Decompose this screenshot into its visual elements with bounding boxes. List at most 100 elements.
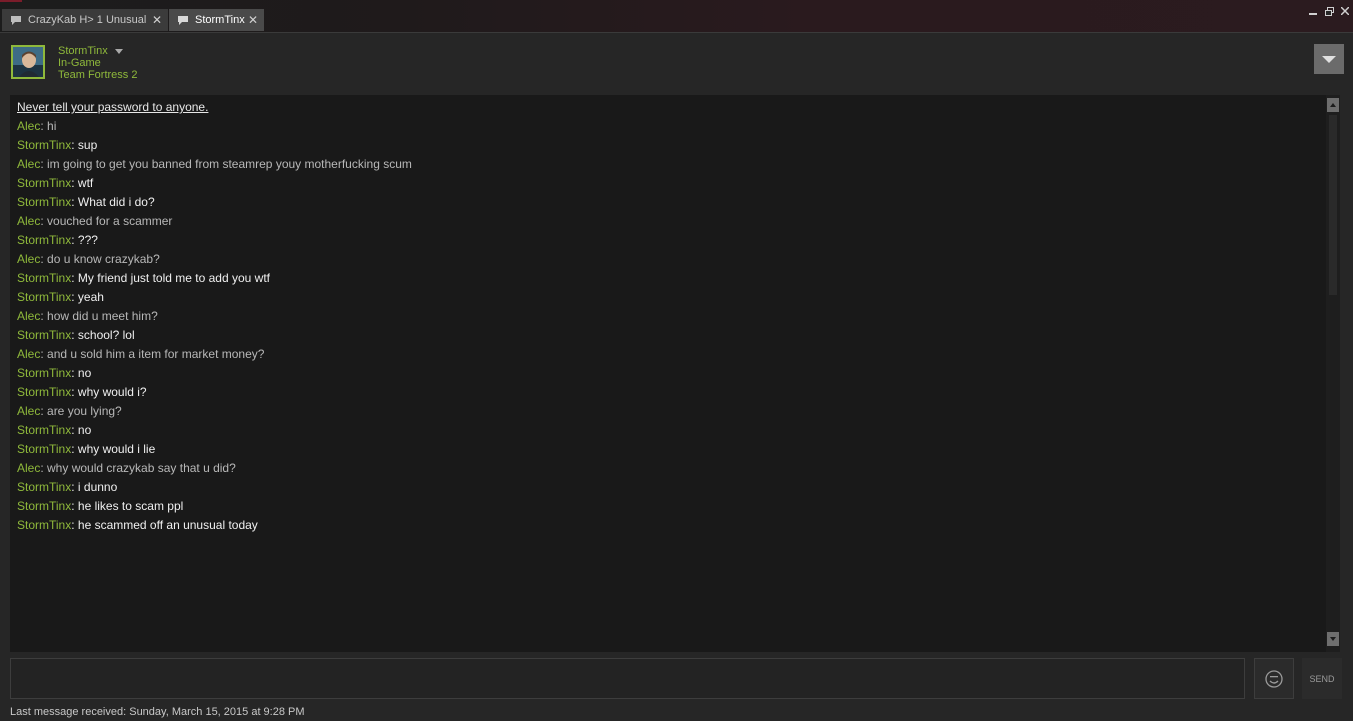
message-separator: : — [71, 499, 78, 513]
chevron-down-icon — [1322, 55, 1336, 63]
chat-bubble-icon — [8, 13, 24, 27]
chat-input[interactable] — [10, 658, 1245, 699]
chat-message: Alec: hi — [17, 119, 412, 138]
chat-message: StormTinx: why would i? — [17, 385, 412, 404]
message-sender[interactable]: StormTinx — [17, 366, 71, 380]
tab-label: CrazyKab H> 1 Unusual — [28, 14, 147, 26]
message-text: school? lol — [77, 328, 135, 342]
message-text: why would i? — [77, 385, 147, 399]
chat-message: StormTinx: he scammed off an unusual tod… — [17, 518, 412, 537]
message-sender[interactable]: Alec — [17, 461, 40, 475]
message-sender[interactable]: StormTinx — [17, 518, 71, 532]
tab-label: StormTinx — [195, 14, 245, 26]
message-text: why would i lie — [77, 442, 156, 456]
chat-message: StormTinx: What did i do? — [17, 195, 412, 214]
message-separator: : — [40, 157, 48, 171]
maximize-icon[interactable] — [1322, 5, 1336, 17]
message-text: no — [77, 423, 92, 437]
arrow-up-icon — [1330, 103, 1336, 107]
message-sender[interactable]: Alec — [17, 157, 40, 171]
message-sender[interactable]: StormTinx — [17, 423, 71, 437]
message-text: do u know crazykab? — [47, 252, 160, 266]
message-text: why would crazykab say that u did? — [47, 461, 236, 475]
tab-bar: CrazyKab H> 1 Unusual ✕ StormTinx ✕ — [0, 0, 1353, 33]
message-sender[interactable]: Alec — [17, 309, 40, 323]
message-text: he likes to scam ppl — [77, 499, 184, 513]
message-text: i dunno — [77, 480, 118, 494]
message-sender[interactable]: Alec — [17, 214, 40, 228]
chat-message: StormTinx: My friend just told me to add… — [17, 271, 412, 290]
message-text: how did u meet him? — [47, 309, 158, 323]
password-warning[interactable]: Never tell your password to anyone. — [17, 100, 208, 114]
message-sender[interactable]: Alec — [17, 404, 40, 418]
message-separator: : — [71, 518, 78, 532]
message-separator: : — [40, 347, 48, 361]
message-separator: : — [71, 442, 78, 456]
message-sender[interactable]: StormTinx — [17, 499, 71, 513]
message-text: hi — [47, 119, 57, 133]
chat-message: StormTinx: school? lol — [17, 328, 412, 347]
scroll-track[interactable] — [1329, 115, 1337, 295]
scroll-up-button[interactable] — [1327, 98, 1339, 112]
chat-message: StormTinx: he likes to scam ppl — [17, 499, 412, 518]
scroll-down-button[interactable] — [1327, 632, 1339, 646]
message-sender[interactable]: Alec — [17, 119, 40, 133]
message-separator: : — [71, 328, 78, 342]
chat-message: Alec: do u know crazykab? — [17, 252, 412, 271]
message-separator: : — [71, 233, 78, 247]
chat-message: StormTinx: no — [17, 366, 412, 385]
friend-game: Team Fortress 2 — [58, 69, 138, 81]
friend-status: In-Game — [58, 57, 101, 69]
send-button[interactable]: SEND — [1302, 658, 1342, 699]
chat-message: Alec: vouched for a scammer — [17, 214, 412, 233]
chat-scrollbar[interactable] — [1326, 95, 1340, 652]
message-text: ??? — [77, 233, 98, 247]
chat-log[interactable]: Never tell your password to anyone. Alec… — [10, 95, 1326, 652]
message-separator: : — [71, 423, 78, 437]
chat-message: StormTinx: yeah — [17, 290, 412, 309]
avatar[interactable] — [11, 45, 45, 79]
message-sender[interactable]: StormTinx — [17, 442, 71, 456]
message-separator: : — [71, 138, 78, 152]
message-sender[interactable]: StormTinx — [17, 290, 71, 304]
message-text: yeah — [77, 290, 104, 304]
message-separator: : — [40, 119, 48, 133]
close-tab-icon[interactable]: ✕ — [150, 13, 164, 27]
message-text: My friend just told me to add you wtf — [77, 271, 270, 285]
message-separator: : — [71, 480, 78, 494]
message-separator: : — [71, 176, 78, 190]
message-text: What did i do? — [77, 195, 155, 209]
tab-crazykab[interactable]: CrazyKab H> 1 Unusual ✕ — [2, 9, 168, 31]
friend-header: StormTinx In-Game Team Fortress 2 — [0, 33, 1353, 95]
chat-message: Alec: why would crazykab say that u did? — [17, 461, 412, 480]
chat-options-button[interactable] — [1314, 44, 1344, 74]
message-sender[interactable]: StormTinx — [17, 328, 71, 342]
message-sender[interactable]: Alec — [17, 347, 40, 361]
friend-name-dropdown[interactable]: StormTinx — [58, 45, 123, 57]
message-text: wtf — [77, 176, 94, 190]
message-sender[interactable]: StormTinx — [17, 138, 71, 152]
message-sender[interactable]: StormTinx — [17, 195, 71, 209]
chat-message: Alec: how did u meet him? — [17, 309, 412, 328]
message-sender[interactable]: StormTinx — [17, 480, 71, 494]
chat-message: Alec: and u sold him a item for market m… — [17, 347, 412, 366]
tab-stormtinx[interactable]: StormTinx ✕ — [169, 9, 264, 31]
chat-message: StormTinx: sup — [17, 138, 412, 157]
smiley-icon — [1265, 669, 1283, 688]
minimize-icon[interactable] — [1306, 5, 1320, 17]
message-sender[interactable]: StormTinx — [17, 176, 71, 190]
message-separator: : — [40, 309, 48, 323]
message-sender[interactable]: StormTinx — [17, 385, 71, 399]
close-tab-icon[interactable]: ✕ — [246, 13, 260, 27]
message-text: im going to get you banned from steamrep… — [47, 157, 412, 171]
emoticon-button[interactable] — [1254, 658, 1294, 699]
message-sender[interactable]: StormTinx — [17, 271, 71, 285]
close-window-icon[interactable] — [1338, 5, 1352, 17]
chat-message: StormTinx: why would i lie — [17, 442, 412, 461]
chat-message: StormTinx: wtf — [17, 176, 412, 195]
friend-name: StormTinx — [58, 45, 108, 57]
message-sender[interactable]: StormTinx — [17, 233, 71, 247]
chat-message: Alec: are you lying? — [17, 404, 412, 423]
message-sender[interactable]: Alec — [17, 252, 40, 266]
message-separator: : — [40, 404, 48, 418]
